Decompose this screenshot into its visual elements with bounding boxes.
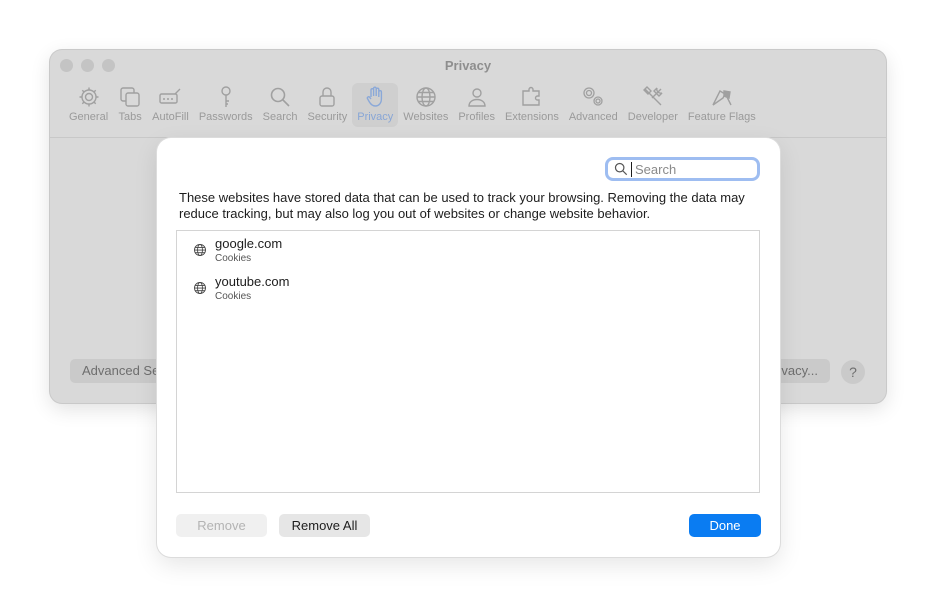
- search-icon: [614, 162, 628, 176]
- search-field[interactable]: [605, 157, 760, 181]
- tab-passwords[interactable]: Passwords: [194, 83, 258, 127]
- tab-tabs[interactable]: Tabs: [113, 83, 147, 127]
- remove-all-button[interactable]: Remove All: [279, 514, 370, 537]
- tab-feature-flags[interactable]: Feature Flags: [683, 83, 761, 127]
- tab-search[interactable]: Search: [258, 83, 303, 127]
- list-item[interactable]: youtube.com Cookies: [193, 273, 289, 303]
- tab-label: Developer: [627, 111, 678, 123]
- website-name: google.com: [215, 236, 283, 251]
- tabs-icon: [120, 87, 140, 107]
- settings-toolbar: General Tabs AutoFill Passwords Search S…: [64, 83, 872, 133]
- tab-profiles[interactable]: Profiles: [453, 83, 500, 127]
- gear-icon: [79, 87, 99, 107]
- globe-icon: [416, 87, 436, 107]
- tools-icon: [642, 86, 663, 106]
- website-data-type: Cookies: [215, 253, 252, 264]
- gears-icon: [583, 87, 603, 106]
- help-button[interactable]: ?: [841, 360, 865, 384]
- tab-label: Tabs: [118, 111, 142, 123]
- window-title: Privacy: [444, 58, 492, 73]
- tab-label: Feature Flags: [687, 111, 756, 123]
- tab-label: Search: [262, 111, 298, 123]
- magnifier-icon: [270, 87, 290, 107]
- tab-advanced[interactable]: Advanced: [564, 83, 623, 127]
- list-item[interactable]: google.com Cookies: [193, 235, 282, 265]
- tab-general[interactable]: General: [64, 83, 113, 127]
- tab-extensions[interactable]: Extensions: [500, 83, 564, 127]
- tab-privacy[interactable]: Privacy: [352, 83, 399, 127]
- tab-label: AutoFill: [152, 111, 189, 123]
- tab-label: Security: [307, 111, 348, 123]
- flags-icon: [712, 90, 732, 106]
- tab-autofill[interactable]: AutoFill: [147, 83, 194, 127]
- tab-label: Profiles: [458, 111, 496, 123]
- search-input[interactable]: [632, 161, 755, 177]
- globe-icon: [194, 244, 206, 256]
- description-text: These websites have stored data that can…: [179, 190, 745, 221]
- remove-button[interactable]: Remove: [176, 514, 267, 537]
- autofill-icon: [159, 88, 181, 104]
- tab-developer[interactable]: Developer: [623, 83, 683, 127]
- tab-websites[interactable]: Websites: [398, 83, 453, 127]
- lock-icon: [319, 87, 336, 107]
- website-list[interactable]: google.com Cookies youtube.com Cookies: [176, 230, 760, 493]
- tab-label: General: [69, 111, 109, 123]
- website-data-sheet: These websites have stored data that can…: [157, 138, 780, 557]
- tab-security[interactable]: Security: [302, 83, 352, 127]
- done-button[interactable]: Done: [689, 514, 761, 537]
- tab-label: Extensions: [505, 111, 559, 123]
- puzzle-icon: [522, 86, 540, 106]
- tab-label: Privacy: [357, 111, 394, 123]
- hand-icon: [366, 86, 383, 107]
- globe-icon: [194, 282, 206, 294]
- website-name: youtube.com: [215, 274, 290, 289]
- tab-label: Advanced: [568, 111, 618, 123]
- key-icon: [221, 86, 231, 107]
- tab-label: Websites: [403, 111, 449, 123]
- person-icon: [467, 88, 486, 107]
- website-data-type: Cookies: [215, 291, 252, 302]
- tab-label: Passwords: [198, 111, 253, 123]
